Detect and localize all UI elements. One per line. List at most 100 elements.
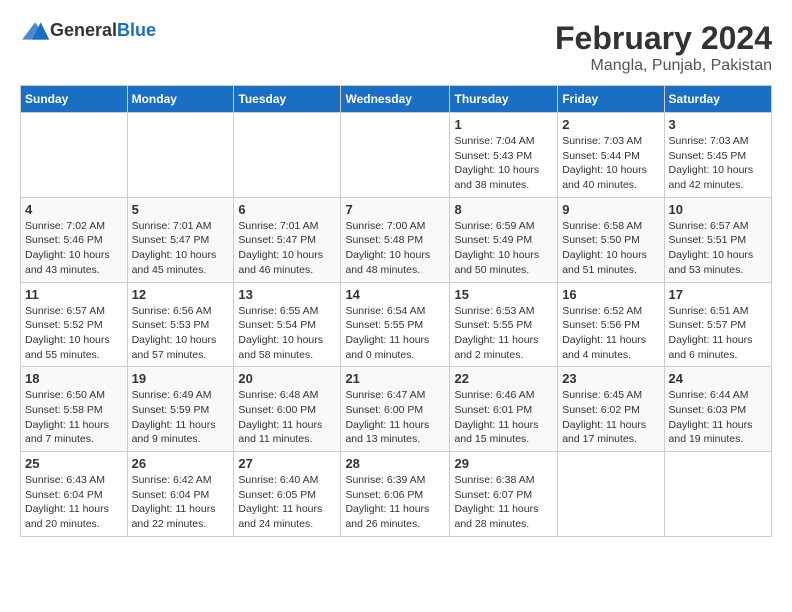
day-number: 25 [25,456,123,471]
day-sunset: Sunset: 6:00 PM [238,403,336,418]
day-sunrise: Sunrise: 6:42 AM [132,473,230,488]
day-daylight: Daylight: 11 hours and 13 minutes. [345,418,445,447]
day-sunrise: Sunrise: 6:50 AM [25,388,123,403]
day-sunrise: Sunrise: 6:48 AM [238,388,336,403]
day-sunrise: Sunrise: 6:51 AM [669,304,767,319]
calendar-week-row: 1 Sunrise: 7:04 AM Sunset: 5:43 PM Dayli… [21,113,772,198]
day-sunset: Sunset: 6:01 PM [454,403,553,418]
calendar-cell: 8 Sunrise: 6:59 AM Sunset: 5:49 PM Dayli… [450,197,558,282]
day-sunrise: Sunrise: 7:02 AM [25,219,123,234]
day-number: 4 [25,202,123,217]
calendar-day-header: Wednesday [341,86,450,113]
calendar-cell: 29 Sunrise: 6:38 AM Sunset: 6:07 PM Dayl… [450,452,558,537]
calendar-week-row: 18 Sunrise: 6:50 AM Sunset: 5:58 PM Dayl… [21,367,772,452]
calendar-cell: 27 Sunrise: 6:40 AM Sunset: 6:05 PM Dayl… [234,452,341,537]
day-number: 15 [454,287,553,302]
day-sunrise: Sunrise: 6:44 AM [669,388,767,403]
day-sunrise: Sunrise: 7:01 AM [132,219,230,234]
day-number: 2 [562,117,659,132]
day-sunset: Sunset: 5:47 PM [132,233,230,248]
day-sunset: Sunset: 5:56 PM [562,318,659,333]
day-daylight: Daylight: 11 hours and 24 minutes. [238,502,336,531]
day-number: 20 [238,371,336,386]
day-number: 18 [25,371,123,386]
day-number: 28 [345,456,445,471]
logo-blue: Blue [117,20,156,41]
day-daylight: Daylight: 11 hours and 28 minutes. [454,502,553,531]
day-daylight: Daylight: 10 hours and 42 minutes. [669,163,767,192]
calendar-day-header: Thursday [450,86,558,113]
day-daylight: Daylight: 11 hours and 20 minutes. [25,502,123,531]
day-number: 1 [454,117,553,132]
day-sunrise: Sunrise: 6:39 AM [345,473,445,488]
logo-general: General [50,20,117,41]
day-sunset: Sunset: 5:52 PM [25,318,123,333]
day-daylight: Daylight: 10 hours and 58 minutes. [238,333,336,362]
day-number: 11 [25,287,123,302]
day-number: 6 [238,202,336,217]
day-number: 22 [454,371,553,386]
day-number: 23 [562,371,659,386]
day-daylight: Daylight: 11 hours and 15 minutes. [454,418,553,447]
title-section: February 2024 Mangla, Punjab, Pakistan [555,20,772,75]
day-sunrise: Sunrise: 6:46 AM [454,388,553,403]
day-sunrise: Sunrise: 7:03 AM [669,134,767,149]
calendar-cell: 28 Sunrise: 6:39 AM Sunset: 6:06 PM Dayl… [341,452,450,537]
calendar-cell: 19 Sunrise: 6:49 AM Sunset: 5:59 PM Dayl… [127,367,234,452]
day-number: 3 [669,117,767,132]
day-daylight: Daylight: 11 hours and 26 minutes. [345,502,445,531]
calendar-cell [664,452,771,537]
day-sunset: Sunset: 5:58 PM [25,403,123,418]
day-sunrise: Sunrise: 6:40 AM [238,473,336,488]
calendar-cell: 15 Sunrise: 6:53 AM Sunset: 5:55 PM Dayl… [450,282,558,367]
calendar-header-row: SundayMondayTuesdayWednesdayThursdayFrid… [21,86,772,113]
day-sunset: Sunset: 6:00 PM [345,403,445,418]
calendar-cell: 18 Sunrise: 6:50 AM Sunset: 5:58 PM Dayl… [21,367,128,452]
day-daylight: Daylight: 10 hours and 53 minutes. [669,248,767,277]
day-daylight: Daylight: 11 hours and 9 minutes. [132,418,230,447]
day-daylight: Daylight: 10 hours and 57 minutes. [132,333,230,362]
calendar-cell: 6 Sunrise: 7:01 AM Sunset: 5:47 PM Dayli… [234,197,341,282]
day-number: 29 [454,456,553,471]
day-daylight: Daylight: 10 hours and 40 minutes. [562,163,659,192]
day-sunset: Sunset: 5:47 PM [238,233,336,248]
calendar-cell: 23 Sunrise: 6:45 AM Sunset: 6:02 PM Dayl… [558,367,664,452]
day-sunset: Sunset: 6:05 PM [238,488,336,503]
day-daylight: Daylight: 10 hours and 43 minutes. [25,248,123,277]
calendar-cell: 3 Sunrise: 7:03 AM Sunset: 5:45 PM Dayli… [664,113,771,198]
day-sunrise: Sunrise: 7:01 AM [238,219,336,234]
day-number: 17 [669,287,767,302]
calendar-cell: 21 Sunrise: 6:47 AM Sunset: 6:00 PM Dayl… [341,367,450,452]
day-sunset: Sunset: 5:55 PM [345,318,445,333]
logo-icon [20,21,50,41]
day-sunset: Sunset: 5:59 PM [132,403,230,418]
calendar-week-row: 4 Sunrise: 7:02 AM Sunset: 5:46 PM Dayli… [21,197,772,282]
day-number: 10 [669,202,767,217]
day-sunset: Sunset: 6:04 PM [25,488,123,503]
day-sunrise: Sunrise: 7:03 AM [562,134,659,149]
day-number: 26 [132,456,230,471]
day-number: 5 [132,202,230,217]
calendar-cell: 22 Sunrise: 6:46 AM Sunset: 6:01 PM Dayl… [450,367,558,452]
calendar-cell: 9 Sunrise: 6:58 AM Sunset: 5:50 PM Dayli… [558,197,664,282]
day-daylight: Daylight: 11 hours and 22 minutes. [132,502,230,531]
day-sunset: Sunset: 5:44 PM [562,149,659,164]
day-sunrise: Sunrise: 6:54 AM [345,304,445,319]
day-daylight: Daylight: 10 hours and 46 minutes. [238,248,336,277]
day-number: 27 [238,456,336,471]
day-daylight: Daylight: 10 hours and 45 minutes. [132,248,230,277]
calendar-cell: 24 Sunrise: 6:44 AM Sunset: 6:03 PM Dayl… [664,367,771,452]
day-sunrise: Sunrise: 6:49 AM [132,388,230,403]
day-sunrise: Sunrise: 6:58 AM [562,219,659,234]
day-daylight: Daylight: 11 hours and 11 minutes. [238,418,336,447]
day-sunset: Sunset: 6:03 PM [669,403,767,418]
day-number: 16 [562,287,659,302]
day-sunset: Sunset: 5:55 PM [454,318,553,333]
day-sunset: Sunset: 5:50 PM [562,233,659,248]
calendar-cell: 10 Sunrise: 6:57 AM Sunset: 5:51 PM Dayl… [664,197,771,282]
day-number: 21 [345,371,445,386]
calendar-cell [127,113,234,198]
logo: GeneralBlue [20,20,156,41]
calendar-day-header: Friday [558,86,664,113]
day-number: 9 [562,202,659,217]
